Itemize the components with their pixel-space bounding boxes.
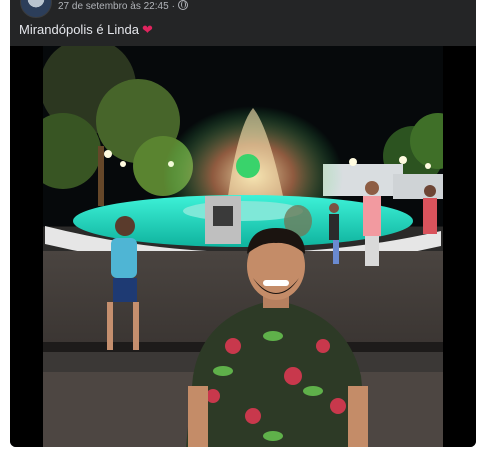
author-avatar[interactable]: [20, 0, 52, 18]
post-caption: Mirandópolis é Linda ❤: [19, 22, 153, 38]
caption-text: Mirandópolis é Linda: [19, 22, 139, 37]
post-meta: 27 de setembro às 22:45 ·: [58, 0, 188, 12]
post-photo[interactable]: [43, 46, 443, 447]
post-card: 27 de setembro às 22:45 · Mirandópolis é …: [10, 0, 476, 447]
globe-icon[interactable]: [177, 0, 188, 10]
post-timestamp[interactable]: 27 de setembro às 22:45: [58, 1, 169, 12]
photo-illustration: [43, 46, 443, 447]
photo-container[interactable]: [10, 46, 476, 447]
meta-separator: ·: [171, 1, 175, 12]
post-header: 27 de setembro às 22:45 ·: [10, 0, 476, 18]
heart-emoji: ❤: [141, 22, 153, 37]
